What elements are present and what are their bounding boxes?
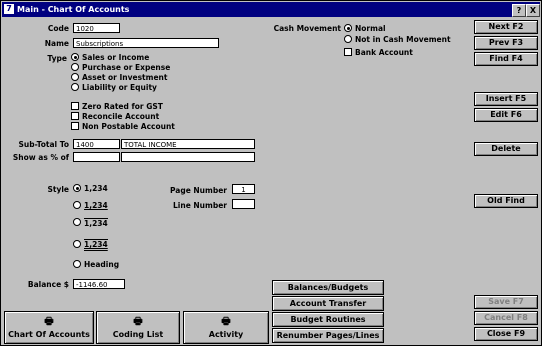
reconcile-label: Reconcile Account xyxy=(82,112,160,121)
name-field[interactable]: Subscriptions xyxy=(73,38,219,48)
insert-button[interactable]: Insert F5 xyxy=(474,92,538,106)
cash-radio-not-in[interactable] xyxy=(344,35,352,43)
printer-icon: 🖶 xyxy=(133,316,143,327)
subtotal-label: Sub-Total To xyxy=(18,140,70,149)
close-button[interactable]: Close F9 xyxy=(474,327,538,341)
style-option-4: 1,234 xyxy=(84,239,108,249)
printer-icon: 🖶 xyxy=(221,316,231,327)
type-radio-purchase[interactable] xyxy=(71,63,79,71)
cancel-button[interactable]: Cancel F8 xyxy=(474,311,538,325)
budget-routines-button[interactable]: Budget Routines xyxy=(272,312,384,327)
type-radio-asset[interactable] xyxy=(71,73,79,81)
non-postable-label: Non Postable Account xyxy=(82,122,175,131)
account-transfer-button[interactable]: Account Transfer xyxy=(272,296,384,311)
chart-of-accounts-button-label: Chart Of Accounts xyxy=(8,330,90,339)
window-title: Main - Chart Of Accounts xyxy=(17,5,130,14)
cash-option-normal: Normal xyxy=(355,24,386,33)
subtotal-name-field[interactable]: TOTAL INCOME xyxy=(121,139,255,149)
title-bar: 7 Main - Chart Of Accounts ? X xyxy=(2,2,540,17)
non-postable-checkbox[interactable] xyxy=(71,122,79,130)
type-radio-liability[interactable] xyxy=(71,83,79,91)
zero-rated-label: Zero Rated for GST xyxy=(82,102,163,111)
code-label: Code xyxy=(47,24,69,33)
show-pct-label: Show as % of xyxy=(12,153,69,162)
type-radio-sales[interactable] xyxy=(71,53,79,61)
type-option-asset: Asset or Investment xyxy=(82,73,168,82)
style-label: Style xyxy=(47,185,69,194)
chart-of-accounts-window: 7 Main - Chart Of Accounts ? X Code 1020… xyxy=(0,0,542,346)
old-find-button[interactable]: Old Find xyxy=(474,194,538,208)
page-number-field[interactable]: 1 xyxy=(232,184,255,194)
activity-button-label: Activity xyxy=(208,330,244,339)
zero-rated-checkbox[interactable] xyxy=(71,102,79,110)
show-pct-code-field[interactable] xyxy=(73,152,120,162)
coding-list-button-label: Coding List xyxy=(112,330,164,339)
prev-button[interactable]: Prev F3 xyxy=(474,36,538,50)
find-button[interactable]: Find F4 xyxy=(474,52,538,66)
renumber-pages-lines-button[interactable]: Renumber Pages/Lines xyxy=(272,328,384,343)
balance-field[interactable]: -1146.60 xyxy=(73,279,125,289)
save-button[interactable]: Save F7 xyxy=(474,295,538,309)
style-option-heading: Heading xyxy=(84,260,120,269)
help-icon[interactable]: ? xyxy=(512,4,526,17)
next-button[interactable]: Next F2 xyxy=(474,20,538,34)
activity-button[interactable]: 🖶 Activity xyxy=(183,311,269,344)
app-icon[interactable]: 7 xyxy=(4,4,14,14)
balance-label: Balance $ xyxy=(27,280,69,289)
style-radio-2[interactable] xyxy=(73,201,81,209)
show-pct-name-field[interactable] xyxy=(121,152,255,162)
line-number-field[interactable] xyxy=(232,199,255,209)
type-label: Type xyxy=(47,54,67,63)
bank-account-checkbox[interactable] xyxy=(344,48,352,56)
style-option-3: 1,234 xyxy=(84,218,108,228)
type-option-purchase: Purchase or Expense xyxy=(82,63,171,72)
reconcile-checkbox[interactable] xyxy=(71,112,79,120)
type-option-sales: Sales or Income xyxy=(82,53,150,62)
edit-button[interactable]: Edit F6 xyxy=(474,108,538,122)
code-field[interactable]: 1020 xyxy=(73,23,120,33)
balances-budgets-button[interactable]: Balances/Budgets xyxy=(272,280,384,295)
close-icon[interactable]: X xyxy=(526,4,540,17)
bank-account-label: Bank Account xyxy=(355,48,413,57)
style-radio-4[interactable] xyxy=(73,240,81,248)
cash-radio-normal[interactable] xyxy=(344,24,352,32)
style-radio-3[interactable] xyxy=(73,218,81,226)
page-number-label: Page Number xyxy=(169,186,227,195)
name-label: Name xyxy=(44,39,69,48)
printer-icon: 🖶 xyxy=(44,316,54,327)
line-number-label: Line Number xyxy=(173,201,227,210)
style-radio-heading[interactable] xyxy=(73,260,81,268)
chart-of-accounts-button[interactable]: 🖶 Chart Of Accounts xyxy=(4,311,94,344)
subtotal-code-field[interactable]: 1400 xyxy=(73,139,120,149)
style-option-2: 1,234 xyxy=(84,201,108,210)
type-option-liability: Liability or Equity xyxy=(82,83,157,92)
coding-list-button[interactable]: 🖶 Coding List xyxy=(96,311,180,344)
style-option-1: 1,234 xyxy=(84,184,108,193)
cash-option-not-in: Not in Cash Movement xyxy=(355,35,451,44)
delete-button[interactable]: Delete xyxy=(474,142,538,156)
style-radio-1[interactable] xyxy=(73,184,81,192)
cash-movement-label: Cash Movement xyxy=(273,24,341,33)
